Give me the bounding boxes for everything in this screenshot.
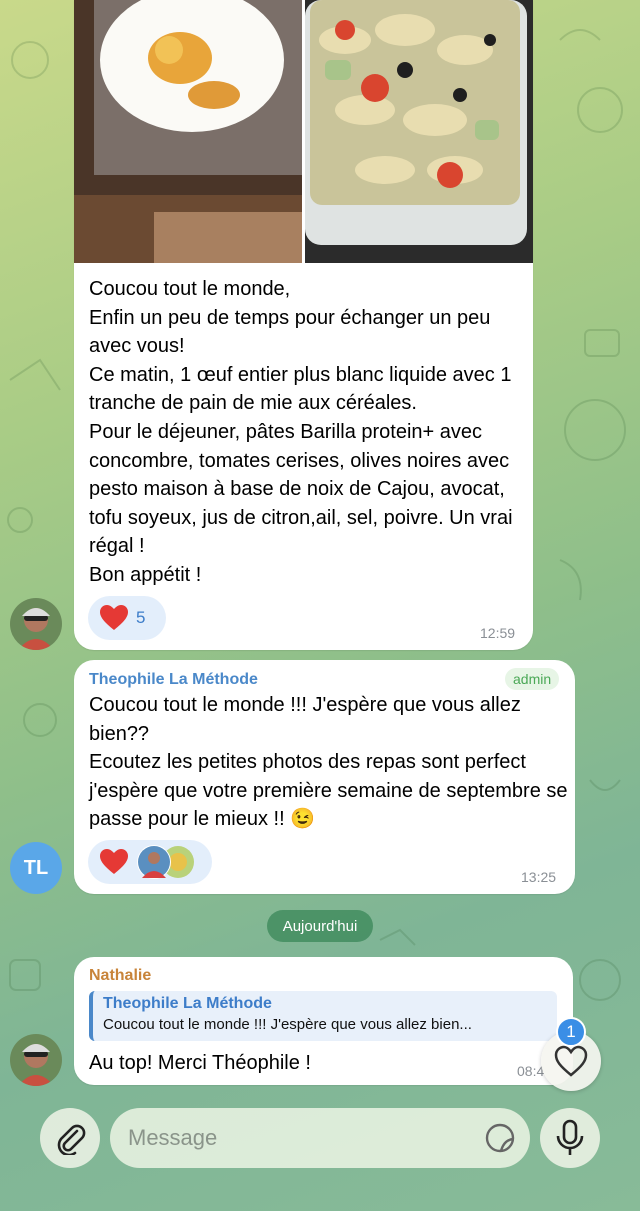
pasta-image — [305, 0, 533, 263]
photo-pasta-lunch[interactable] — [305, 0, 533, 263]
egg-image — [74, 0, 302, 263]
message-time: 13:25 — [521, 869, 557, 885]
date-separator: Aujourd'hui — [267, 910, 373, 942]
avatar-photo — [10, 1034, 62, 1086]
message-text: Au top! Merci Théophile ! — [89, 1052, 311, 1074]
reply-sender: Theophile La Méthode — [103, 995, 272, 1012]
sticker-icon — [485, 1123, 515, 1153]
reaction-count: 5 — [136, 608, 146, 627]
attach-button[interactable] — [40, 1108, 100, 1168]
admin-badge: admin — [505, 668, 560, 690]
photo-album[interactable] — [74, 0, 533, 263]
message-bubble-2[interactable]: Theophile La Méthode admin Coucou tout l… — [74, 660, 575, 894]
paperclip-icon — [57, 1124, 86, 1155]
message-bubble-1[interactable]: Coucou tout le monde, Enfin un peu de te… — [74, 0, 533, 650]
reactor-avatars — [137, 845, 194, 879]
sender-name[interactable]: Nathalie — [89, 967, 151, 985]
avatar-theophile[interactable]: TL — [10, 842, 62, 894]
photo-egg-breakfast[interactable] — [74, 0, 302, 263]
reply-text: Coucou tout le monde !!! J'espère que vo… — [103, 1016, 472, 1033]
avatar-photo — [10, 598, 62, 650]
message-text: Coucou tout le monde !!! J'espère que vo… — [89, 694, 568, 831]
heart-icon — [100, 605, 128, 630]
reaction-heart[interactable] — [88, 840, 212, 884]
message-input[interactable] — [110, 1108, 530, 1168]
avatar-nathalie[interactable] — [10, 598, 62, 650]
sender-name[interactable]: Theophile La Méthode — [89, 671, 258, 689]
sticker-button[interactable] — [484, 1122, 516, 1154]
heart-outline-icon — [554, 1045, 588, 1077]
reaction-heart[interactable]: 5 — [88, 596, 166, 640]
reply-quote[interactable]: Theophile La Méthode Coucou tout le mond… — [89, 991, 557, 1041]
voice-button[interactable] — [540, 1108, 600, 1168]
message-text: Coucou tout le monde, Enfin un peu de te… — [89, 278, 513, 586]
heart-icon — [100, 849, 128, 874]
reactions-count-badge: 1 — [556, 1017, 586, 1047]
message-time: 12:59 — [480, 625, 516, 641]
microphone-icon — [556, 1119, 584, 1155]
avatar-nathalie[interactable] — [10, 1034, 62, 1086]
